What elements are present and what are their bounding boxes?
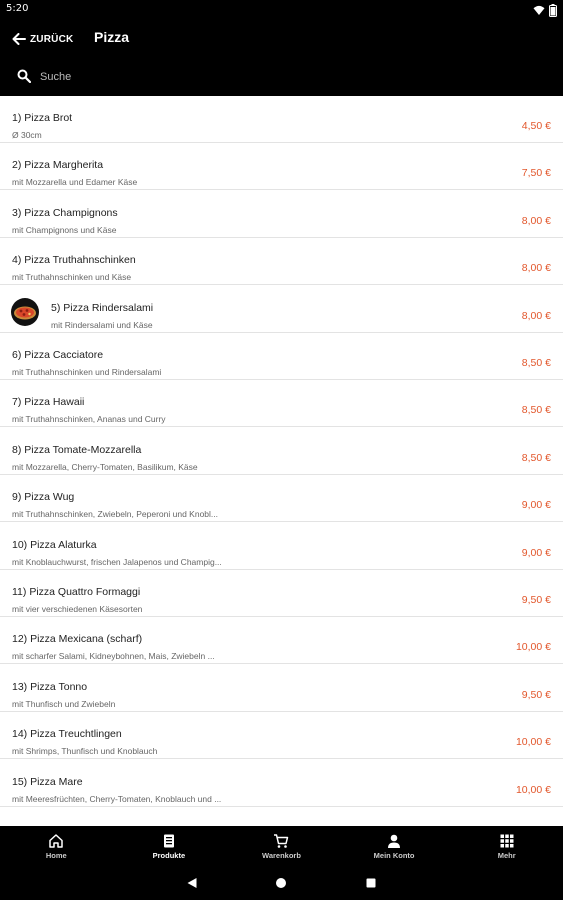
- item-name: 2) Pizza Margherita: [12, 159, 104, 172]
- item-price: 8,00 €: [521, 309, 551, 322]
- list-item[interactable]: 6) Pizza Cacciatore mit Truthahnschinken…: [0, 333, 563, 380]
- item-name: 9) Pizza Wug: [12, 491, 75, 504]
- item-description: mit Mozzarella, Cherry-Tomaten, Basiliku…: [12, 461, 198, 472]
- recents-square-icon[interactable]: [365, 877, 377, 889]
- bottom-nav: Home Produkte Warenkorb Mein Konto Mehr: [0, 826, 563, 866]
- item-description: mit scharfer Salami, Kidneybohnen, Mais,…: [12, 651, 215, 662]
- status-bar: 5:20: [0, 0, 563, 20]
- cart-icon: [274, 834, 289, 848]
- list-item[interactable]: 15) Pizza Mare mit Meeresfrüchten, Cherr…: [0, 760, 563, 807]
- system-nav-bar: [0, 866, 563, 900]
- item-name: 8) Pizza Tomate-Mozzarella: [12, 443, 142, 456]
- item-name: 11) Pizza Quattro Formaggi: [12, 586, 141, 598]
- item-description: mit Truthahnschinken und Käse: [12, 272, 132, 283]
- list-item[interactable]: 14) Pizza Treuchtlingen mit Shrimps, Thu…: [0, 712, 563, 760]
- item-description: mit Truthahnschinken, Zwiebeln, Peperoni…: [12, 509, 219, 520]
- list-item[interactable]: 3) Pizza Champignons mit Champignons und…: [0, 191, 563, 238]
- item-name: 3) Pizza Champignons: [12, 206, 118, 219]
- grid-icon: [500, 834, 514, 848]
- item-name: 4) Pizza Truthahnschinken: [12, 254, 136, 267]
- battery-icon: [549, 3, 557, 17]
- item-description: mit Champignons und Käse: [12, 224, 117, 235]
- item-description: mit Mozzarella und Edamer Käse: [12, 177, 138, 188]
- pizza-thumbnail: [11, 297, 39, 326]
- item-price: 8,50 €: [521, 404, 551, 417]
- nav-label: Home: [45, 851, 67, 860]
- person-icon: [388, 834, 401, 848]
- item-price: 10,00 €: [515, 736, 551, 749]
- status-icons: [533, 3, 557, 17]
- list-item[interactable]: 1) Pizza Brot Ø 30cm 4,50 €: [0, 96, 563, 143]
- product-list: 1) Pizza Brot Ø 30cm 4,50 € 2) Pizza Mar…: [0, 96, 563, 826]
- item-price: 9,50 €: [521, 688, 551, 701]
- item-price: 8,00 €: [521, 262, 551, 275]
- list-item[interactable]: 12) Pizza Mexicana (scharf) mit scharfer…: [0, 617, 563, 665]
- item-price: 8,00 €: [521, 214, 551, 227]
- list-item[interactable]: 5) Pizza Rindersalami mit Rindersalami u…: [0, 286, 563, 333]
- list-item[interactable]: 4) Pizza Truthahnschinken mit Truthahnsc…: [0, 238, 563, 286]
- item-price: 9,00 €: [521, 499, 551, 512]
- nav-label: Produkte: [152, 851, 186, 860]
- item-description: mit Rindersalami und Käse: [51, 319, 153, 330]
- item-name: 12) Pizza Mexicana (scharf): [12, 633, 143, 646]
- list-item[interactable]: 10) Pizza Alaturka mit Knoblauchwurst, f…: [0, 523, 563, 570]
- list-item[interactable]: 8) Pizza Tomate-Mozzarella mit Mozzarell…: [0, 428, 563, 475]
- search-input[interactable]: [40, 66, 540, 88]
- item-price: 9,50 €: [521, 594, 551, 606]
- item-price: 8,50 €: [521, 451, 551, 464]
- item-description: mit Meeresfrüchten, Cherry-Tomaten, Knob…: [12, 793, 222, 804]
- home-circle-icon[interactable]: [275, 877, 287, 889]
- item-name: 6) Pizza Cacciatore: [12, 349, 104, 361]
- search-bar: [0, 58, 563, 96]
- list-item[interactable]: 7) Pizza Hawaii mit Truthahnschinken, An…: [0, 380, 563, 428]
- arrow-left-icon: [12, 33, 26, 45]
- status-time: 5:20: [6, 3, 29, 14]
- wifi-icon: [533, 5, 545, 15]
- menu-card-icon: [163, 834, 174, 848]
- nav-produkte[interactable]: Produkte: [113, 826, 226, 866]
- nav-mein-konto[interactable]: Mein Konto: [338, 826, 451, 866]
- item-price: 7,50 €: [521, 167, 551, 180]
- app-bar: ZURÜCK Pizza: [0, 20, 563, 58]
- item-description: mit Shrimps, Thunfisch und Knoblauch: [12, 746, 158, 757]
- nav-home[interactable]: Home: [0, 826, 113, 866]
- item-name: 5) Pizza Rindersalami: [51, 301, 154, 314]
- back-button[interactable]: ZURÜCK: [12, 28, 73, 50]
- item-description: Ø 30cm: [12, 130, 42, 140]
- nav-label: Mehr: [497, 851, 516, 860]
- item-description: mit Truthahnschinken und Rindersalami: [12, 367, 162, 377]
- item-name: 13) Pizza Tonno: [12, 680, 88, 693]
- list-item[interactable]: 9) Pizza Wug mit Truthahnschinken, Zwieb…: [0, 475, 563, 523]
- item-name: 14) Pizza Treuchtlingen: [12, 728, 122, 741]
- item-description: mit Knoblauchwurst, frischen Jalapenos u…: [12, 556, 222, 567]
- item-price: 10,00 €: [515, 641, 551, 654]
- list-item[interactable]: 2) Pizza Margherita mit Mozzarella und E…: [0, 143, 563, 191]
- item-description: mit Thunfisch und Zwiebeln: [12, 698, 116, 709]
- list-item[interactable]: 11) Pizza Quattro Formaggi mit vier vers…: [0, 570, 563, 617]
- item-name: 15) Pizza Mare: [12, 775, 83, 788]
- item-name: 10) Pizza Alaturka: [12, 538, 97, 551]
- item-price: 10,00 €: [515, 783, 551, 796]
- nav-warenkorb[interactable]: Warenkorb: [225, 826, 338, 866]
- search-icon: [17, 69, 31, 83]
- item-description: mit Truthahnschinken, Ananas und Curry: [12, 414, 166, 425]
- nav-mehr[interactable]: Mehr: [450, 826, 563, 866]
- item-name: 7) Pizza Hawaii: [12, 396, 85, 409]
- item-description: mit vier verschiedenen Käsesorten: [12, 604, 143, 614]
- page-title: Pizza: [94, 29, 130, 45]
- nav-label: Mein Konto: [373, 851, 415, 860]
- back-triangle-icon[interactable]: [186, 877, 198, 889]
- back-label: ZURÜCK: [30, 33, 74, 45]
- item-price: 9,00 €: [521, 546, 551, 559]
- home-icon: [49, 834, 64, 848]
- item-price: 8,50 €: [521, 357, 551, 369]
- item-name: 1) Pizza Brot: [12, 112, 73, 124]
- list-item[interactable]: 13) Pizza Tonno mit Thunfisch und Zwiebe…: [0, 665, 563, 712]
- item-price: 4,50 €: [521, 120, 551, 132]
- nav-label: Warenkorb: [262, 851, 301, 860]
